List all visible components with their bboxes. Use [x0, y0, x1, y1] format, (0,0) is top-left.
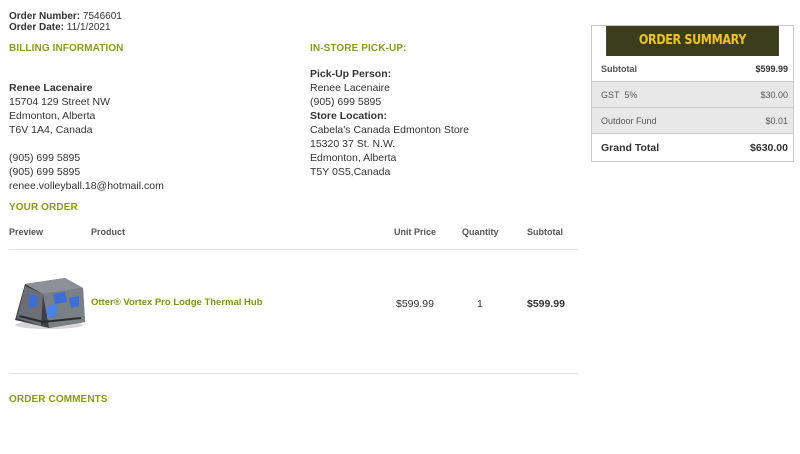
summary-row-outdoor-fund: Outdoor Fund $0.01 [592, 107, 793, 133]
pickup-store: Cabela's Canada Edmonton Store [310, 124, 470, 136]
order-summary-title: ORDER SUMMARY [606, 26, 779, 56]
summary-gst-value: $30.00 [760, 89, 788, 100]
col-product: Product [91, 227, 126, 237]
order-comments-title: ORDER COMMENTS [9, 394, 108, 405]
table-header-divider [9, 249, 578, 250]
billing-postal: T6V 1A4, Canada [9, 124, 93, 136]
summary-row-subtotal: Subtotal $599.99 [592, 56, 793, 81]
pickup-city: Edmonton, Alberta [310, 152, 397, 164]
product-image-tent[interactable] [9, 272, 89, 332]
pickup-title: IN-STORE PICK-UP: [310, 43, 407, 54]
item-unit-price: $599.99 [396, 298, 434, 310]
pickup-phone: (905) 699 5895 [310, 96, 382, 108]
billing-phone-1: (905) 699 5895 [9, 152, 81, 164]
col-preview: Preview [9, 227, 44, 237]
summary-row-grand-total: Grand Total $630.00 [592, 133, 793, 161]
billing-info: Renee Lacenaire 15704 129 Street NW Edmo… [9, 81, 164, 193]
order-number: Order Number: 7546601 [9, 11, 122, 22]
col-unit-price: Unit Price [394, 227, 437, 237]
billing-title: BILLING INFORMATION [9, 43, 124, 54]
order-date-label: Order Date: [9, 22, 65, 33]
summary-row-gst: GST 5% $30.00 [592, 81, 793, 107]
order-date: Order Date: 11/1/2021 [9, 22, 111, 33]
grand-total-label: Grand Total [601, 141, 660, 154]
col-subtotal: Subtotal [527, 227, 563, 237]
pickup-postal: T5Y 0S5,Canada [310, 166, 391, 178]
summary-gst-label: GST 5% [601, 89, 638, 100]
item-subtotal: $599.99 [527, 298, 565, 310]
grand-total-value: $630.00 [750, 141, 788, 154]
billing-name: Renee Lacenaire [9, 82, 93, 94]
order-number-value: 7546601 [82, 11, 122, 22]
product-link[interactable]: Otter® Vortex Pro Lodge Thermal Hub [91, 297, 263, 308]
pickup-person: Renee Lacenaire [310, 82, 390, 94]
summary-outdoor-fund-label: Outdoor Fund [601, 115, 657, 126]
pickup-info: Pick-Up Person: Renee Lacenaire (905) 69… [310, 67, 469, 179]
billing-street: 15704 129 Street NW [9, 96, 110, 108]
col-quantity: Quantity [462, 227, 499, 237]
summary-subtotal-label: Subtotal [601, 63, 637, 74]
billing-email: renee.volleyball.18@hotmail.com [9, 180, 164, 192]
order-date-value: 11/1/2021 [66, 22, 111, 33]
pickup-person-label: Pick-Up Person: [310, 68, 392, 80]
order-number-label: Order Number: [9, 11, 81, 22]
billing-phone-2: (905) 699 5895 [9, 166, 81, 178]
item-quantity: 1 [477, 298, 483, 310]
table-bottom-divider [9, 373, 578, 374]
summary-subtotal-value: $599.99 [755, 63, 788, 74]
pickup-location-label: Store Location: [310, 110, 388, 122]
your-order-title: YOUR ORDER [9, 202, 78, 213]
billing-city: Edmonton, Alberta [9, 110, 96, 122]
pickup-street: 15320 37 St. N.W. [310, 138, 396, 150]
summary-outdoor-fund-value: $0.01 [765, 115, 788, 126]
order-summary-panel: ORDER SUMMARY Subtotal $599.99 GST 5% $3… [591, 25, 794, 162]
